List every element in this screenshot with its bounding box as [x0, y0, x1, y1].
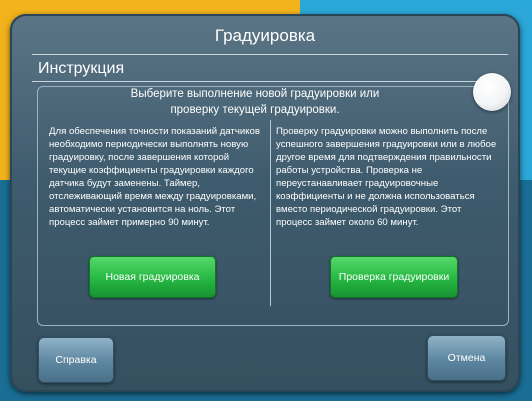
- section-title: Инструкция: [38, 60, 125, 77]
- check-calibration-button[interactable]: Проверка градуировки: [330, 256, 458, 298]
- column-divider: [270, 120, 271, 306]
- dialog-title: Градуировка: [214, 26, 316, 45]
- check-calibration-description: Проверку градуировки можно выполнить пос…: [276, 126, 497, 228]
- instructions-prompt: Выберите выполнение новой градуировки ил…: [130, 88, 380, 116]
- new-calibration-description: Для обеспечения точности показаний датчи…: [49, 126, 260, 228]
- new-calibration-button[interactable]: Новая градуировка: [89, 256, 216, 298]
- cancel-button[interactable]: Отмена: [427, 335, 506, 381]
- round-toggle-knob-icon[interactable]: [473, 73, 511, 111]
- section-divider: [32, 81, 508, 82]
- help-button[interactable]: Справка: [38, 337, 114, 383]
- title-divider: [32, 54, 508, 55]
